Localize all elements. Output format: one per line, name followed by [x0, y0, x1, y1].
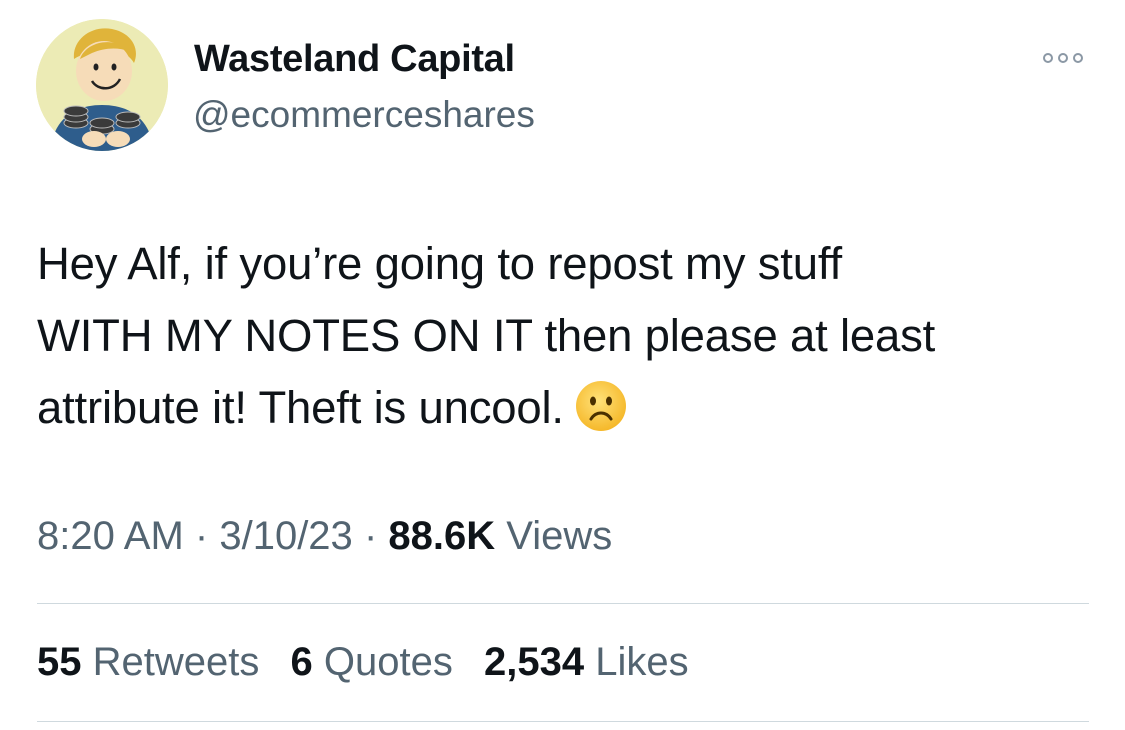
tweet-date[interactable]: 3/10/23	[219, 514, 352, 558]
frowning-face-emoji-icon	[574, 379, 628, 433]
divider	[37, 603, 1089, 604]
more-horizontal-icon[interactable]	[1038, 46, 1088, 70]
likes-count: 2,534	[483, 640, 585, 684]
tweet-text-line: WITH MY NOTES ON IT then please at least	[37, 310, 936, 361]
meta-separator: ·	[194, 514, 209, 558]
meta-separator: ·	[363, 514, 378, 558]
tweet-text: Hey Alf, if you’re going to repost my st…	[37, 228, 1097, 444]
quotes-stat[interactable]: 6 Quotes	[291, 640, 453, 684]
tweet-text-line: Hey Alf, if you’re going to repost my st…	[37, 238, 842, 289]
tweet-time[interactable]: 8:20 AM	[37, 514, 184, 558]
divider	[37, 721, 1089, 722]
quotes-label: Quotes	[323, 640, 453, 684]
tweet-text-line-content: attribute it! Theft is uncool.	[37, 382, 564, 433]
quotes-count: 6	[290, 640, 313, 684]
author-handle[interactable]: @ecommerceshares	[193, 94, 535, 136]
retweets-stat[interactable]: 55 Retweets	[37, 640, 259, 684]
author-display-name[interactable]: Wasteland Capital	[194, 38, 515, 81]
tweet-text-line: attribute it! Theft is uncool.	[37, 372, 1097, 444]
retweets-count: 55	[37, 640, 82, 684]
tweet-stats: 55 Retweets 6 Quotes 2,534 Likes	[37, 640, 709, 685]
tweet-meta: 8:20 AM · 3/10/23 · 88.6K Views	[37, 514, 612, 559]
retweets-label: Retweets	[92, 640, 260, 684]
likes-label: Likes	[595, 640, 689, 684]
views-count: 88.6K	[388, 514, 496, 558]
vault-boy-avatar-icon[interactable]	[36, 19, 168, 151]
views-label: Views	[506, 514, 613, 558]
likes-stat[interactable]: 2,534 Likes	[484, 640, 689, 684]
tweet-card: Wasteland Capital @ecommerceshares Hey A…	[0, 0, 1125, 730]
